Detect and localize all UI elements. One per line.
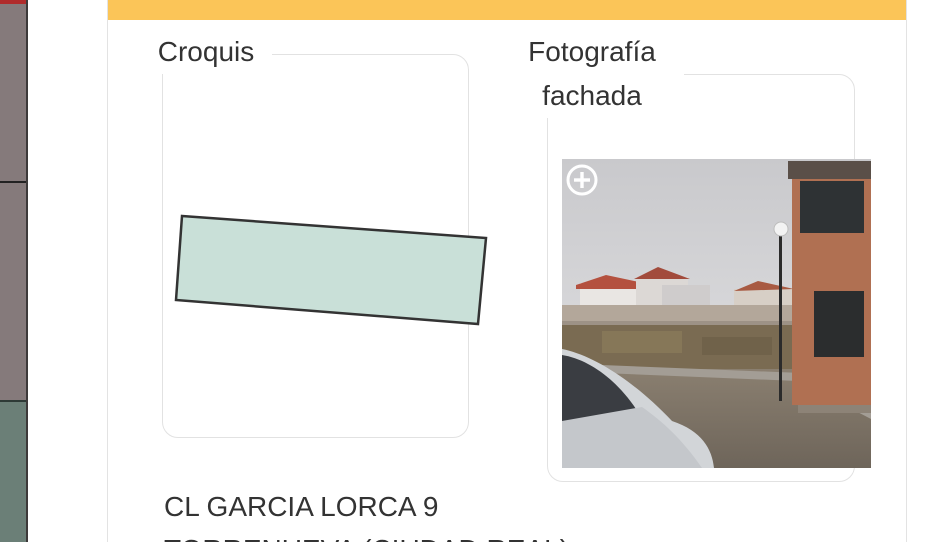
facade-photo-title-line2: fachada (542, 80, 642, 111)
zoom-plus-icon[interactable] (565, 163, 599, 197)
map-parcel-edge (0, 0, 26, 4)
address-town: TORRENUEVA (CIUDAD REAL) (164, 534, 569, 542)
address-street: CL GARCIA LORCA 9 (164, 491, 439, 522)
panel-header-bar (108, 0, 906, 20)
croquis-title: Croquis (140, 30, 272, 74)
facade-photo-title-line1: Fotografía (528, 36, 656, 67)
parcel-sketch (174, 214, 488, 326)
map-parcel-area (0, 400, 26, 542)
map-parcel-edge (0, 181, 26, 183)
facade-photo-title: Fotografía fachada (500, 30, 684, 118)
facade-photo[interactable] (562, 159, 871, 468)
viewer: Croquis Fotografía fachada CL GARCIA LOR… (0, 0, 948, 542)
parcel-shape (174, 214, 488, 326)
map-background-strip[interactable] (0, 0, 28, 542)
